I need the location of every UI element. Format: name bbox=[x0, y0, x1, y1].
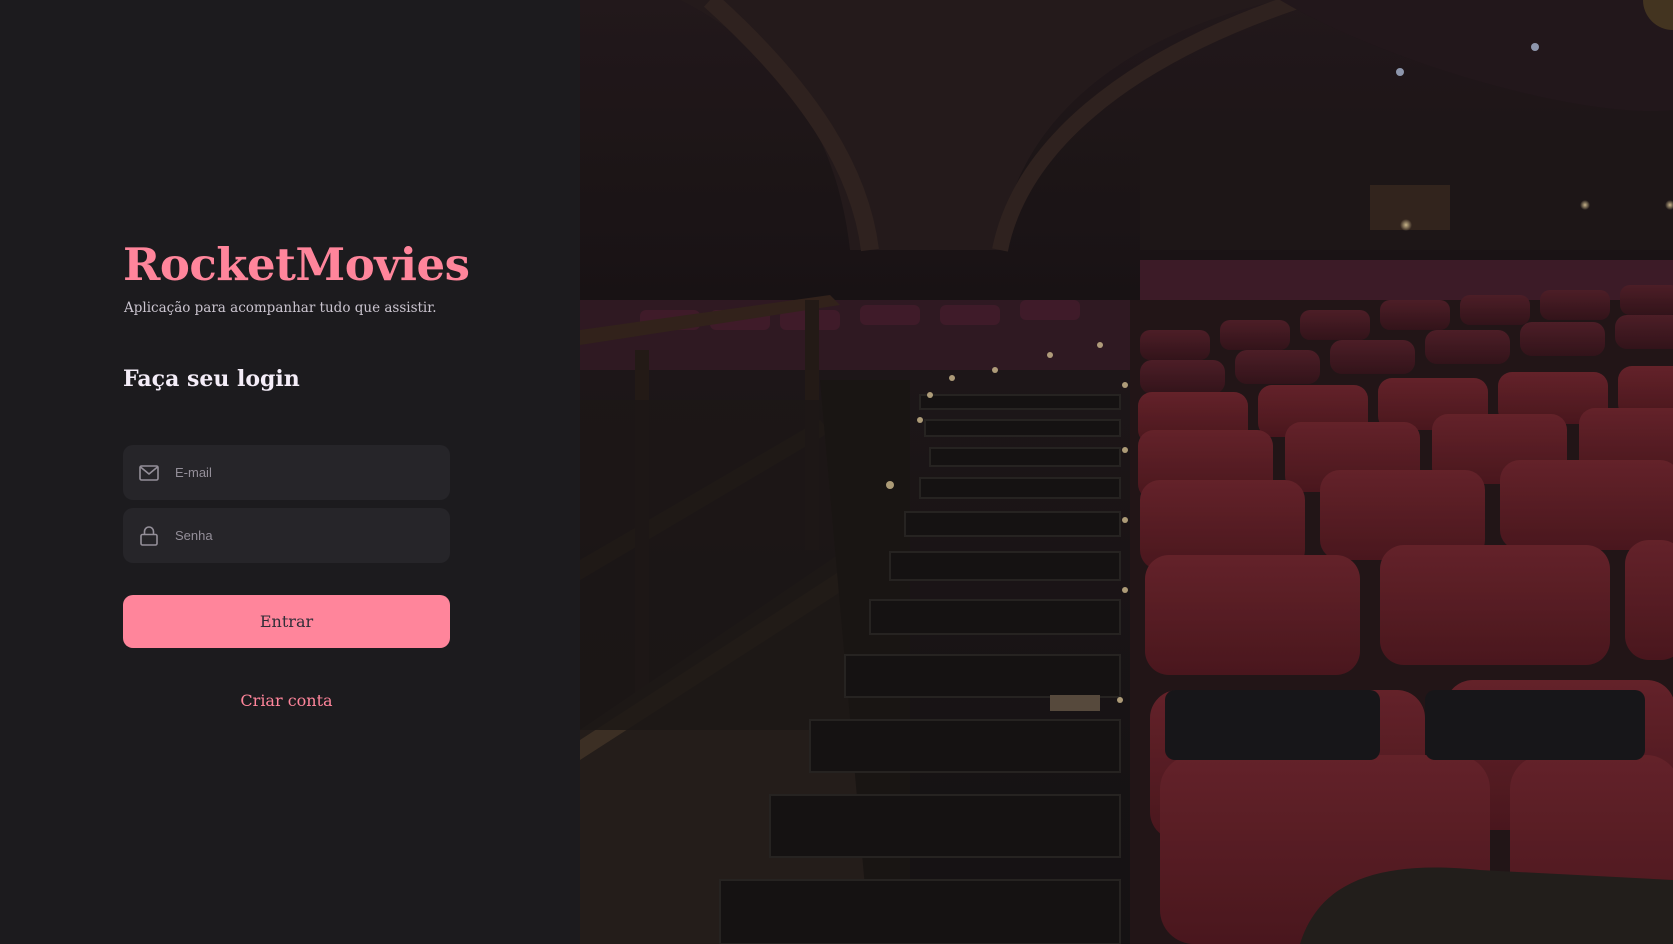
login-heading: Faça seu login bbox=[123, 366, 300, 392]
password-input[interactable] bbox=[175, 508, 450, 563]
cinema-background-image bbox=[580, 0, 1673, 944]
email-input[interactable] bbox=[175, 445, 450, 500]
login-page: RocketMovies Aplicação para acompanhar t… bbox=[0, 0, 1673, 944]
lock-icon bbox=[139, 525, 159, 546]
create-account-link[interactable]: Criar conta bbox=[123, 691, 450, 710]
email-field[interactable] bbox=[123, 445, 450, 500]
app-title: RocketMovies bbox=[123, 238, 470, 291]
app-subtitle: Aplicação para acompanhar tudo que assis… bbox=[124, 300, 437, 316]
password-field[interactable] bbox=[123, 508, 450, 563]
background-overlay bbox=[580, 0, 1673, 944]
login-button[interactable]: Entrar bbox=[123, 595, 450, 648]
login-panel: RocketMovies Aplicação para acompanhar t… bbox=[0, 0, 580, 944]
mail-icon bbox=[139, 463, 159, 483]
